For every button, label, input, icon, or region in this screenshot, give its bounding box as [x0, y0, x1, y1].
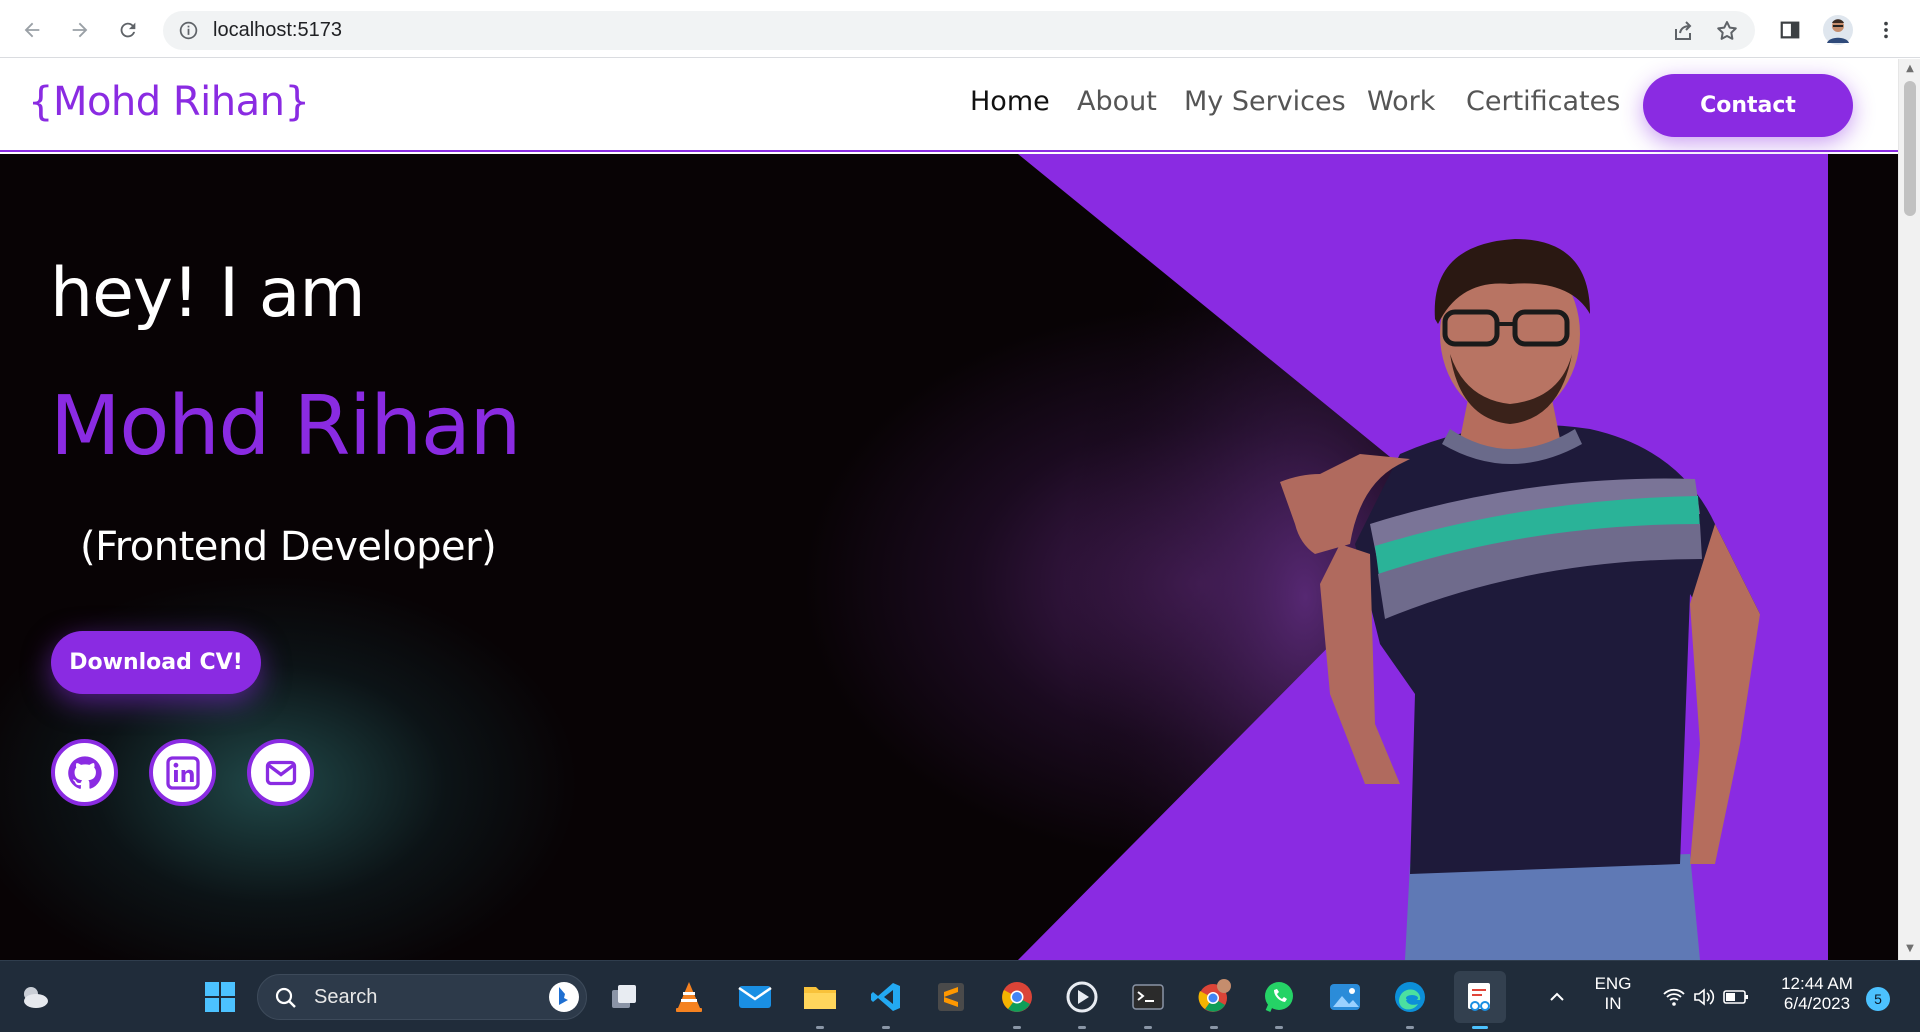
- hero-section: hey! I am Mohd Rihan (Frontend Developer…: [0, 154, 1898, 960]
- scroll-down-arrow-icon[interactable]: ▼: [1904, 943, 1916, 955]
- running-indicator: [1275, 1026, 1283, 1029]
- reload-icon[interactable]: [112, 14, 144, 46]
- mail-app-icon[interactable]: [733, 975, 777, 1019]
- share-icon[interactable]: [1671, 19, 1695, 43]
- search-label: Search: [314, 986, 378, 1008]
- bing-icon[interactable]: [548, 981, 580, 1013]
- snipping-tool-icon[interactable]: [1454, 971, 1506, 1029]
- download-cv-button[interactable]: Download CV!: [51, 631, 261, 694]
- terminal-icon[interactable]: [1126, 975, 1170, 1029]
- weather-icon[interactable]: [12, 975, 56, 1019]
- url-text[interactable]: localhost:5173: [213, 19, 342, 42]
- nav-work[interactable]: Work: [1367, 86, 1435, 117]
- profile-avatar[interactable]: [1822, 14, 1854, 46]
- back-arrow-icon[interactable]: [16, 14, 48, 46]
- side-panel-icon[interactable]: [1774, 14, 1806, 46]
- whatsapp-icon[interactable]: [1257, 975, 1301, 1029]
- windows-start-icon[interactable]: [198, 975, 242, 1019]
- file-explorer-icon[interactable]: [798, 975, 842, 1029]
- profile-photo: [1280, 239, 1760, 960]
- clock[interactable]: 12:44 AM 6/4/2023: [1772, 974, 1862, 1014]
- running-indicator: [1078, 1026, 1086, 1029]
- region-code: IN: [1604, 994, 1622, 1013]
- battery-icon[interactable]: [1714, 975, 1758, 1019]
- site-logo[interactable]: {Mohd Rihan}: [28, 79, 310, 125]
- running-indicator: [1210, 1026, 1218, 1029]
- site-navbar: {Mohd Rihan} Home About My Services Work…: [0, 59, 1898, 152]
- hero-greeting: hey! I am: [50, 254, 366, 333]
- site-info-icon[interactable]: [178, 20, 199, 41]
- linkedin-link[interactable]: [149, 739, 216, 806]
- forward-arrow-icon[interactable]: [64, 14, 96, 46]
- language-indicator[interactable]: ENG IN: [1588, 974, 1638, 1014]
- search-icon: [275, 987, 296, 1008]
- taskbar-search[interactable]: Search: [257, 974, 587, 1020]
- chrome-profile-icon[interactable]: [1192, 975, 1236, 1029]
- chevron-up-icon[interactable]: [1535, 975, 1579, 1019]
- notification-badge[interactable]: 5: [1866, 987, 1890, 1011]
- clock-time: 12:44 AM: [1781, 974, 1853, 993]
- browser-toolbar: localhost:5173: [0, 0, 1920, 58]
- linkedin-icon: [165, 755, 200, 790]
- windows-taskbar: Search ENG IN 12:44 AM 6/4/2023 5: [0, 960, 1920, 1032]
- nav-home[interactable]: Home: [970, 86, 1050, 117]
- github-icon: [67, 755, 102, 789]
- photos-icon[interactable]: [1323, 975, 1367, 1019]
- vlc-icon[interactable]: [667, 975, 711, 1019]
- github-link[interactable]: [51, 739, 118, 806]
- mail-icon: [265, 760, 296, 785]
- hero-right-strip: [1828, 154, 1898, 960]
- language-code: ENG: [1594, 974, 1632, 993]
- page-scrollbar[interactable]: ▲ ▼: [1898, 59, 1920, 960]
- address-bar[interactable]: localhost:5173: [163, 11, 1755, 50]
- chrome-icon[interactable]: [995, 975, 1039, 1029]
- nav-about[interactable]: About: [1077, 86, 1157, 117]
- sublime-text-icon[interactable]: [929, 975, 973, 1019]
- running-indicator: [1013, 1026, 1021, 1029]
- scroll-thumb[interactable]: [1904, 81, 1916, 216]
- chrome-menu-icon[interactable]: [1870, 14, 1902, 46]
- running-indicator: [1144, 1026, 1152, 1029]
- hero-name: Mohd Rihan: [50, 379, 521, 474]
- running-indicator: [1406, 1026, 1414, 1029]
- media-player-icon[interactable]: [1060, 975, 1104, 1029]
- edge-icon[interactable]: [1388, 975, 1432, 1029]
- hero-role: (Frontend Developer): [80, 524, 497, 570]
- running-indicator: [816, 1026, 824, 1029]
- running-indicator: [882, 1026, 890, 1029]
- webpage: {Mohd Rihan} Home About My Services Work…: [0, 59, 1898, 960]
- email-link[interactable]: [247, 739, 314, 806]
- vscode-icon[interactable]: [864, 975, 908, 1029]
- bookmark-star-icon[interactable]: [1715, 19, 1739, 43]
- task-view-icon[interactable]: [602, 975, 646, 1019]
- nav-my-services[interactable]: My Services: [1184, 86, 1346, 117]
- scroll-up-arrow-icon[interactable]: ▲: [1904, 63, 1916, 75]
- active-indicator: [1472, 1026, 1488, 1029]
- nav-certificates[interactable]: Certificates: [1466, 86, 1620, 117]
- clock-date: 6/4/2023: [1783, 994, 1851, 1013]
- contact-button[interactable]: Contact: [1643, 74, 1853, 137]
